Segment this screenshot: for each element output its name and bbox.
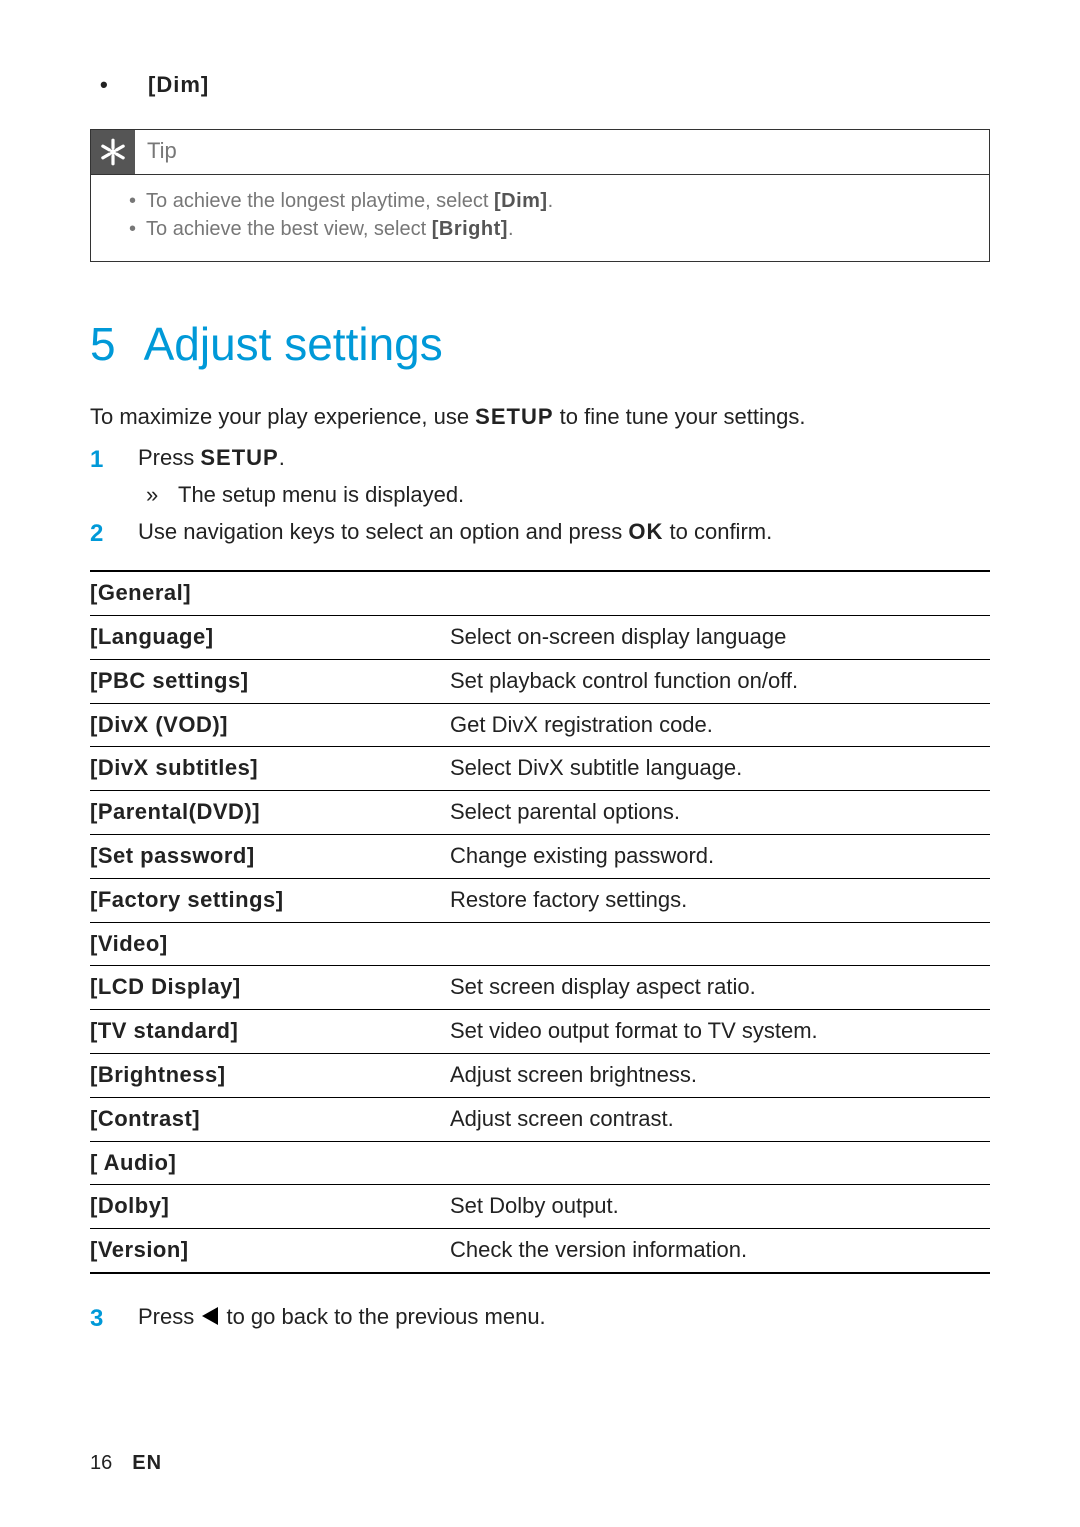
bullet-dim: • [Dim] xyxy=(90,70,990,101)
setting-name: [Set password] xyxy=(90,834,450,878)
setting-name: [Dolby] xyxy=(90,1185,450,1229)
setting-desc: Check the version information. xyxy=(450,1229,990,1273)
setting-desc xyxy=(450,922,990,966)
bullet-label: [Dim] xyxy=(148,70,209,101)
setting-desc: Adjust screen contrast. xyxy=(450,1097,990,1141)
setting-name: [Factory settings] xyxy=(90,878,450,922)
table-row: [DivX (VOD)]Get DivX registration code. xyxy=(90,703,990,747)
setting-desc: Change existing password. xyxy=(450,834,990,878)
table-row: [TV standard]Set video output format to … xyxy=(90,1010,990,1054)
left-triangle-icon xyxy=(202,1307,218,1325)
setting-name: [DivX subtitles] xyxy=(90,747,450,791)
substep: »The setup menu is displayed. xyxy=(138,480,990,511)
table-row: [Factory settings]Restore factory settin… xyxy=(90,878,990,922)
tip-box: Tip To achieve the longest playtime, sel… xyxy=(90,129,990,262)
step-number: 2 xyxy=(90,517,138,551)
setting-desc: Adjust screen brightness. xyxy=(450,1053,990,1097)
setting-name: [LCD Display] xyxy=(90,966,450,1010)
setting-name: [Version] xyxy=(90,1229,450,1273)
setting-name: [Parental(DVD)] xyxy=(90,791,450,835)
table-row: [Contrast]Adjust screen contrast. xyxy=(90,1097,990,1141)
setting-desc: Get DivX registration code. xyxy=(450,703,990,747)
table-row: [DivX subtitles]Select DivX subtitle lan… xyxy=(90,747,990,791)
table-row: [Set password]Change existing password. xyxy=(90,834,990,878)
asterisk-icon xyxy=(91,130,135,174)
intro-text: To maximize your play experience, use SE… xyxy=(90,402,990,433)
setting-desc: Select on-screen display language xyxy=(450,615,990,659)
setting-name: [Video] xyxy=(90,922,450,966)
setting-name: [General] xyxy=(90,571,450,615)
table-row: [General] xyxy=(90,571,990,615)
section-heading: 5 Adjust settings xyxy=(90,312,990,376)
result-arrow-icon: » xyxy=(138,480,178,511)
section-number: 5 xyxy=(90,312,116,376)
tip-body: To achieve the longest playtime, select … xyxy=(91,174,989,261)
step-body: Press to go back to the previous menu. xyxy=(138,1302,990,1336)
table-row: [PBC settings]Set playback control funct… xyxy=(90,659,990,703)
setting-desc: Select parental options. xyxy=(450,791,990,835)
table-row: [Language]Select on-screen display langu… xyxy=(90,615,990,659)
setting-name: [DivX (VOD)] xyxy=(90,703,450,747)
page-footer: 16 EN xyxy=(90,1449,162,1477)
tip-item: To achieve the longest playtime, select … xyxy=(129,187,967,215)
settings-table: [General][Language]Select on-screen disp… xyxy=(90,570,990,1274)
step-number: 1 xyxy=(90,443,138,511)
setting-desc: Set Dolby output. xyxy=(450,1185,990,1229)
step: 1Press SETUP.»The setup menu is displaye… xyxy=(90,443,990,511)
step: 2Use navigation keys to select an option… xyxy=(90,517,990,551)
setting-name: [ Audio] xyxy=(90,1141,450,1185)
table-row: [Video] xyxy=(90,922,990,966)
tip-item: To achieve the best view, select [Bright… xyxy=(129,215,967,243)
step-3: 3 Press to go back to the previous menu. xyxy=(90,1302,990,1336)
step-number: 3 xyxy=(90,1302,138,1336)
page-lang: EN xyxy=(132,1449,162,1477)
setting-desc: Restore factory settings. xyxy=(450,878,990,922)
table-row: [Dolby]Set Dolby output. xyxy=(90,1185,990,1229)
setting-desc: Select DivX subtitle language. xyxy=(450,747,990,791)
setting-name: [Brightness] xyxy=(90,1053,450,1097)
setting-desc: Set video output format to TV system. xyxy=(450,1010,990,1054)
table-row: [Parental(DVD)]Select parental options. xyxy=(90,791,990,835)
tip-header: Tip xyxy=(91,130,989,174)
page-number: 16 xyxy=(90,1449,112,1477)
table-row: [ Audio] xyxy=(90,1141,990,1185)
table-row: [LCD Display]Set screen display aspect r… xyxy=(90,966,990,1010)
setting-desc xyxy=(450,1141,990,1185)
step-body: Use navigation keys to select an option … xyxy=(138,517,990,551)
setting-name: [Language] xyxy=(90,615,450,659)
tip-title: Tip xyxy=(147,136,177,167)
setting-name: [TV standard] xyxy=(90,1010,450,1054)
section-title: Adjust settings xyxy=(144,312,443,376)
table-row: [Brightness]Adjust screen brightness. xyxy=(90,1053,990,1097)
setting-desc: Set playback control function on/off. xyxy=(450,659,990,703)
table-row: [Version]Check the version information. xyxy=(90,1229,990,1273)
setting-desc xyxy=(450,571,990,615)
step-body: Press SETUP.»The setup menu is displayed… xyxy=(138,443,990,511)
setting-desc: Set screen display aspect ratio. xyxy=(450,966,990,1010)
setting-name: [Contrast] xyxy=(90,1097,450,1141)
bullet-dot: • xyxy=(100,70,148,101)
setting-name: [PBC settings] xyxy=(90,659,450,703)
